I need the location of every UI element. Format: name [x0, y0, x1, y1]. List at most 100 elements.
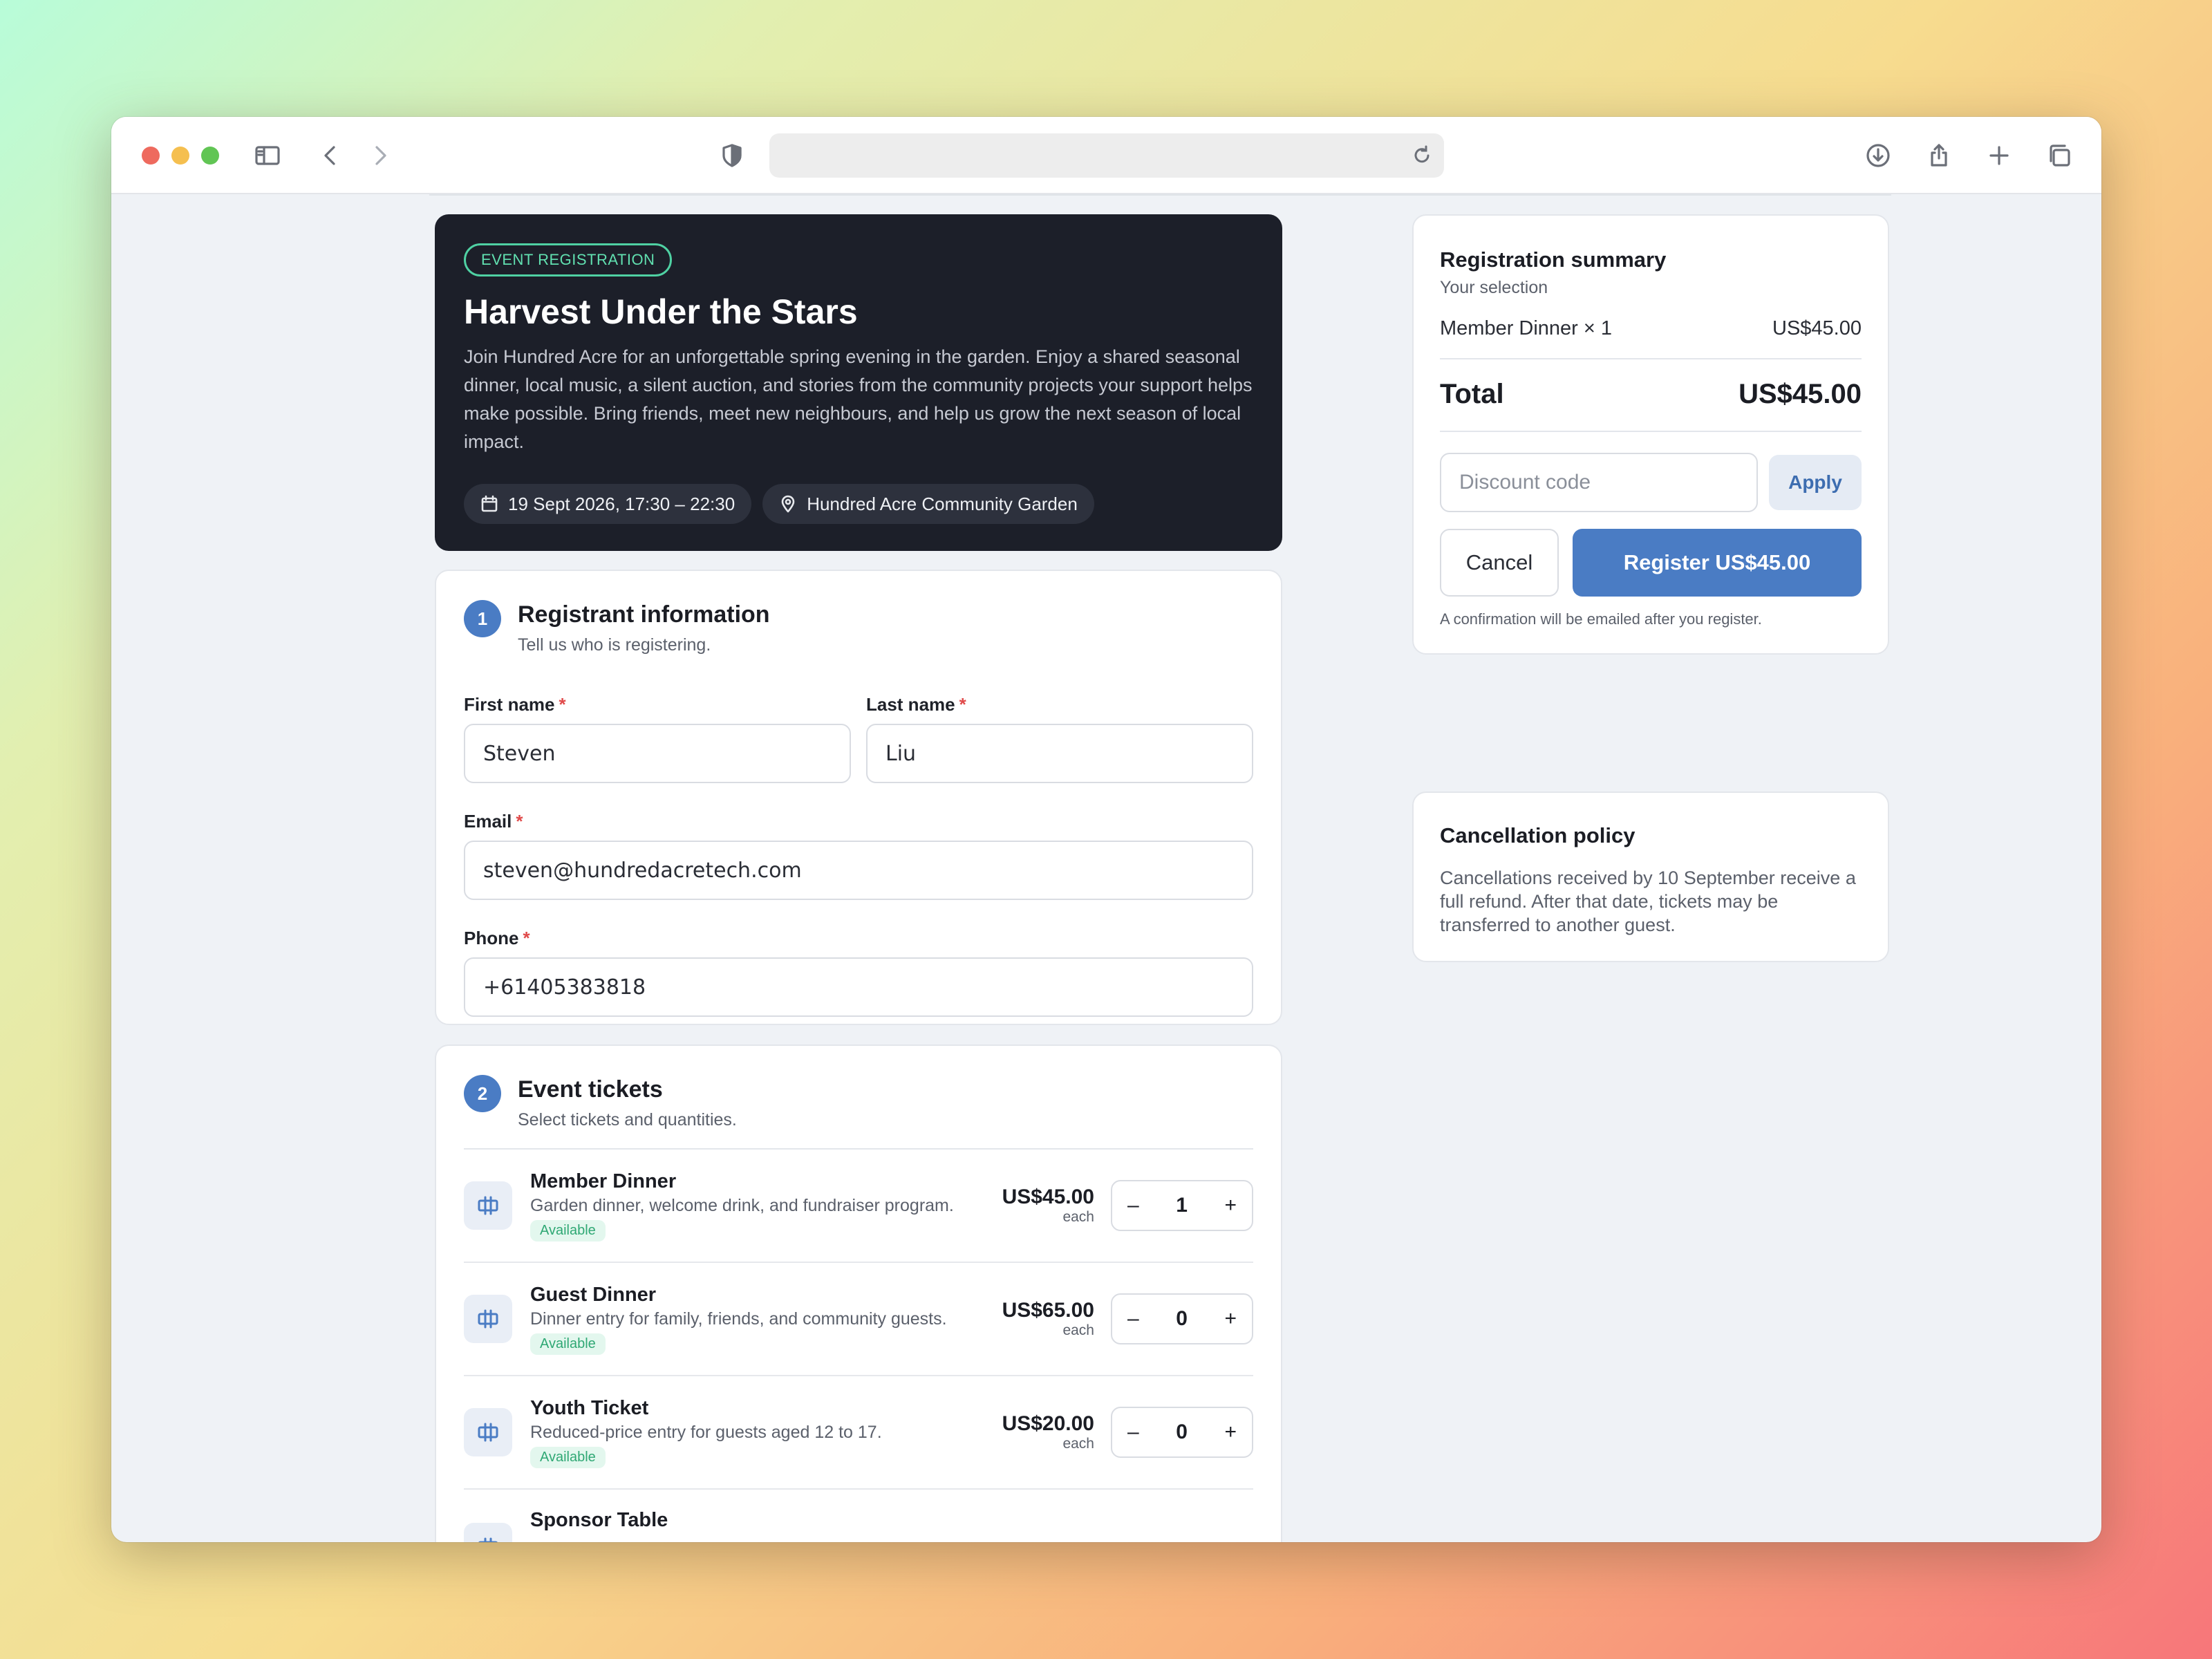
phone-label-text: Phone: [464, 928, 519, 948]
reload-icon[interactable]: [1407, 140, 1437, 171]
ticket-icon: [464, 1523, 512, 1542]
registration-summary: Registration summary Your selection Memb…: [1412, 214, 1889, 655]
policy-text: Cancellations received by 10 September r…: [1440, 868, 1856, 935]
page-content: EVENT REGISTRATION Harvest Under the Sta…: [111, 194, 2101, 1542]
decrement-button[interactable]: –: [1127, 1421, 1139, 1444]
decrement-button[interactable]: –: [1127, 1307, 1139, 1331]
ticket-name: Sponsor Table: [530, 1509, 668, 1531]
event-location-chip: Hundred Acre Community Garden: [762, 484, 1094, 524]
ticket-price: US$45.00: [1002, 1185, 1094, 1208]
cancellation-policy: Cancellation policy Cancellations receiv…: [1412, 791, 1889, 962]
increment-button[interactable]: +: [1224, 1421, 1237, 1444]
summary-subtitle: Your selection: [1440, 278, 1548, 297]
ticket-description: Garden dinner, welcome drink, and fundra…: [530, 1195, 954, 1215]
increment-button[interactable]: +: [1224, 1307, 1237, 1331]
sidebar-icon[interactable]: [250, 138, 285, 174]
section-title: Event tickets: [518, 1076, 663, 1103]
price-unit: each: [1062, 1322, 1094, 1338]
required-mark: *: [523, 928, 530, 948]
step-number: 2: [464, 1075, 501, 1112]
apply-button[interactable]: Apply: [1769, 455, 1862, 510]
event-meta: 19 Sept 2026, 17:30 – 22:30 Hundred Acre…: [464, 484, 1253, 524]
price-unit: each: [1062, 1436, 1094, 1452]
total-label: Total: [1440, 379, 1504, 409]
quantity-stepper: – 0 +: [1111, 1407, 1253, 1458]
section-title: Registrant information: [518, 601, 770, 628]
step-number: 1: [464, 600, 501, 637]
ticket-row-youth-ticket: Youth Ticket Reduced-price entry for gue…: [464, 1376, 1253, 1490]
ticket-name: Member Dinner: [530, 1170, 677, 1192]
ticket-price: US$65.00: [1002, 1299, 1094, 1322]
last-name-label: Last name *: [866, 694, 1253, 715]
required-mark: *: [559, 694, 566, 715]
close-window-button[interactable]: [142, 147, 160, 165]
zoom-window-button[interactable]: [201, 147, 219, 165]
decrement-button[interactable]: –: [1127, 1194, 1139, 1217]
first-name-label: First name *: [464, 694, 851, 715]
email-group: Email * steven@hundredacretech.com: [464, 811, 1253, 900]
tickets-section: 2 Event tickets Select tickets and quant…: [435, 1044, 1282, 1542]
ticket-icon: [464, 1181, 512, 1230]
quantity-stepper: – 0 +: [1111, 1293, 1253, 1344]
ticket-name: Youth Ticket: [530, 1396, 649, 1419]
cancel-button[interactable]: Cancel: [1440, 529, 1559, 597]
tabs-overview-icon[interactable]: [2041, 138, 2077, 174]
required-mark: *: [959, 694, 966, 715]
email-label: Email *: [464, 811, 1253, 832]
forward-icon[interactable]: [362, 138, 397, 174]
quantity-stepper: – 1 +: [1111, 1180, 1253, 1231]
browser-window: EVENT REGISTRATION Harvest Under the Sta…: [111, 117, 2101, 1542]
first-name-label-text: First name: [464, 694, 555, 715]
phone-field[interactable]: +61405383818: [464, 957, 1253, 1017]
quantity-value[interactable]: 1: [1176, 1194, 1188, 1217]
calendar-icon: [481, 495, 498, 512]
download-icon[interactable]: [1860, 138, 1896, 174]
ticket-row-member-dinner: Member Dinner Garden dinner, welcome dri…: [464, 1150, 1253, 1263]
ticket-row-sponsor-table: Sponsor Table: [464, 1490, 1253, 1542]
quantity-value[interactable]: 0: [1176, 1307, 1188, 1331]
ticket-icon: [464, 1295, 512, 1343]
phone-group: Phone * +61405383818: [464, 928, 1253, 1017]
summary-line-item: Member Dinner × 1 US$45.00: [1440, 317, 1862, 359]
last-name-group: Last name * Liu: [866, 694, 1253, 783]
total-value: US$45.00: [1738, 379, 1862, 409]
status-badge: Available: [530, 1446, 606, 1468]
ticket-description: Dinner entry for family, friends, and co…: [530, 1309, 947, 1329]
ticket-name: Guest Dinner: [530, 1283, 657, 1306]
browser-toolbar: [111, 117, 2101, 194]
register-button[interactable]: Register US$45.00: [1573, 529, 1862, 597]
event-date-chip: 19 Sept 2026, 17:30 – 22:30: [464, 484, 752, 524]
policy-title: Cancellation policy: [1440, 823, 1635, 847]
event-hero: EVENT REGISTRATION Harvest Under the Sta…: [435, 214, 1282, 551]
status-badge: Available: [530, 1333, 606, 1355]
email-field[interactable]: steven@hundredacretech.com: [464, 841, 1253, 900]
share-icon[interactable]: [1921, 138, 1957, 174]
event-location: Hundred Acre Community Garden: [807, 493, 1078, 514]
status-badge: Available: [530, 1219, 606, 1241]
event-title: Harvest Under the Stars: [464, 292, 858, 331]
back-icon[interactable]: [313, 138, 349, 174]
confirmation-note: A confirmation will be emailed after you…: [1440, 610, 1762, 628]
first-name-field[interactable]: Steven: [464, 724, 851, 783]
location-pin-icon: [781, 495, 795, 513]
shield-icon[interactable]: [714, 138, 750, 174]
last-name-field[interactable]: Liu: [866, 724, 1253, 783]
new-tab-icon[interactable]: [1981, 138, 2017, 174]
section-header: 1 Registrant information Tell us who is …: [464, 599, 1253, 655]
ticket-row-guest-dinner: Guest Dinner Dinner entry for family, fr…: [464, 1263, 1253, 1376]
registrant-section: 1 Registrant information Tell us who is …: [435, 570, 1282, 1025]
quantity-value[interactable]: 0: [1176, 1421, 1188, 1444]
increment-button[interactable]: +: [1224, 1194, 1237, 1217]
line-item-label: Member Dinner × 1: [1440, 317, 1613, 339]
last-name-label-text: Last name: [866, 694, 955, 715]
discount-code-input[interactable]: Discount code: [1440, 453, 1758, 512]
address-bar[interactable]: [769, 133, 1444, 178]
event-description: Join Hundred Acre for an unforgettable s…: [464, 346, 1253, 452]
ticket-price: US$20.00: [1002, 1412, 1094, 1435]
section-subtitle: Select tickets and quantities.: [518, 1110, 737, 1130]
summary-title: Registration summary: [1440, 247, 1667, 272]
divider: [429, 194, 1891, 196]
event-date: 19 Sept 2026, 17:30 – 22:30: [508, 493, 735, 514]
minimize-window-button[interactable]: [171, 147, 189, 165]
line-item-price: US$45.00: [1772, 317, 1862, 339]
